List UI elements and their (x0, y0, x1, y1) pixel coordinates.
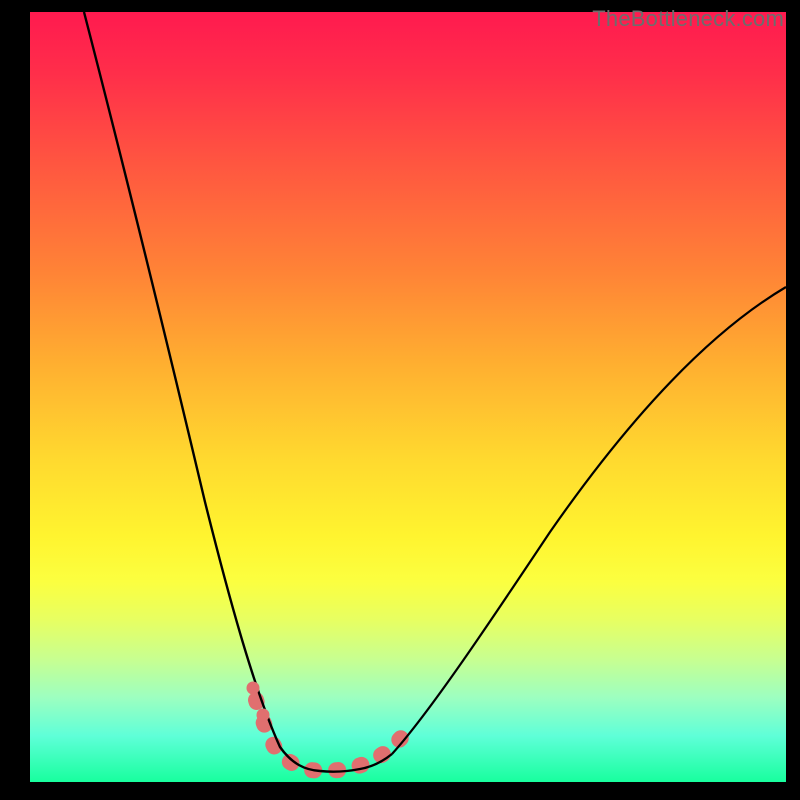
plot-area (30, 12, 786, 782)
marker-dot (257, 709, 270, 722)
curve-layer (30, 12, 786, 782)
watermark-text: TheBottleneck.com (592, 6, 784, 32)
left-branch-path (84, 12, 320, 771)
basin-marker-path (256, 700, 402, 771)
marker-dot (247, 682, 260, 695)
chart-stage: TheBottleneck.com (0, 0, 800, 800)
right-branch-path (392, 287, 786, 754)
